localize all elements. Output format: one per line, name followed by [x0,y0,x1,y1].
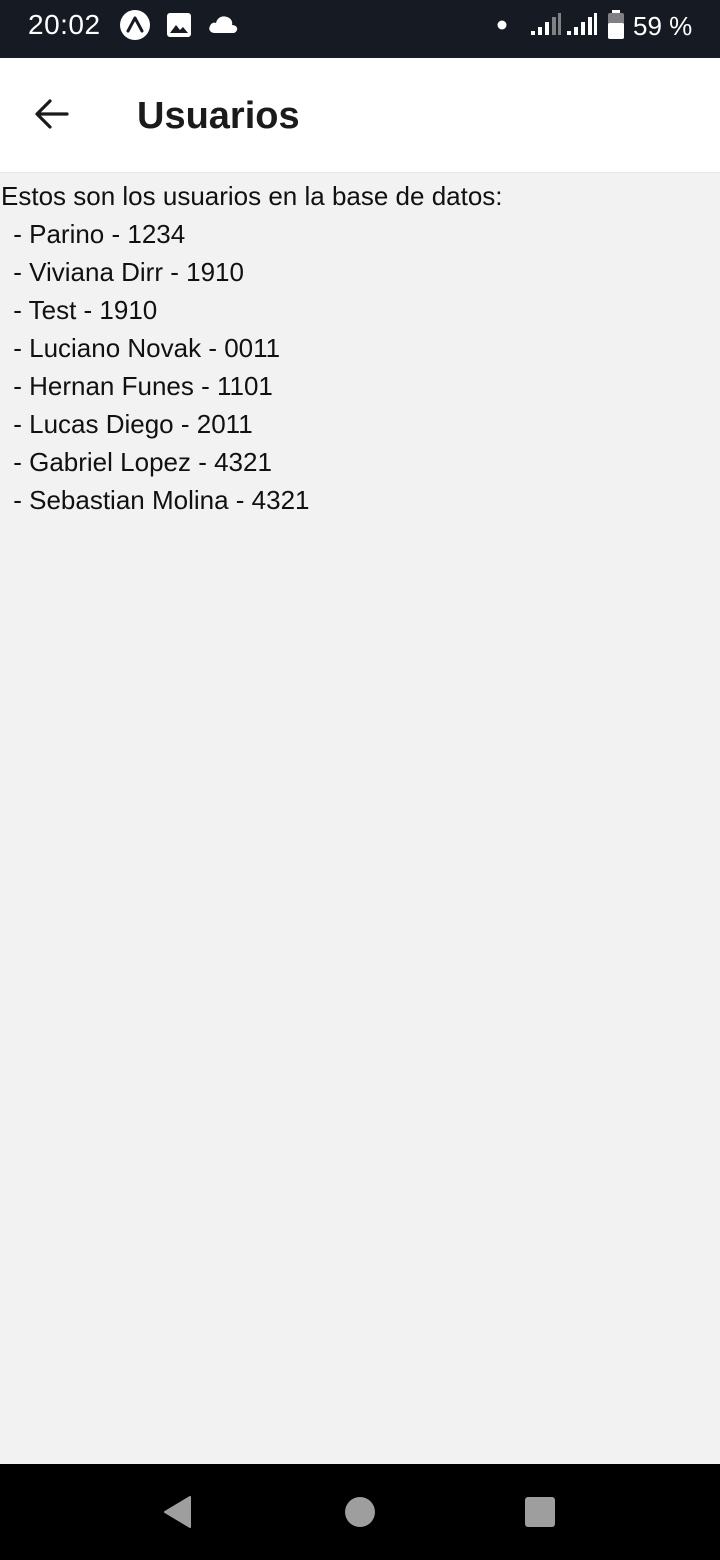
nav-home-icon [345,1497,375,1527]
signal-icon [567,13,597,35]
image-icon [167,13,191,37]
status-time: 20:02 [28,9,101,40]
status-bar: 20:02 59 % [0,0,720,58]
list-item: - Lucas Diego - 2011 [6,409,253,439]
app-header: Usuarios [0,58,720,173]
list-item: - Sebastian Molina - 4321 [6,485,310,515]
back-button[interactable] [22,84,82,144]
nav-recents-icon [525,1497,555,1527]
list-item: - Parino - 1234 [6,219,186,249]
battery-icon [608,10,624,39]
page-title: Usuarios [137,95,300,137]
nav-back-button[interactable] [154,1488,202,1536]
main-content: Estos son los usuarios en la base de dat… [0,172,720,519]
list-item: - Viviana Dirr - 1910 [6,257,244,287]
nav-back-icon [164,1496,191,1528]
notification-dot-icon [497,20,507,30]
user-list: - Parino - 1234 - Viviana Dirr - 1910 - … [0,215,720,519]
expo-icon [120,10,150,40]
list-item: - Gabriel Lopez - 4321 [6,447,272,477]
navigation-bar [0,1464,720,1560]
cloud-icon [209,16,238,33]
list-item: - Luciano Novak - 0011 [6,333,281,363]
battery-percentage: 59 % [633,11,693,41]
nav-home-button[interactable] [336,1488,384,1536]
arrow-left-icon [35,99,69,129]
signal-icon [531,13,561,35]
list-item: - Test - 1910 [6,295,158,325]
list-item: - Hernan Funes - 1101 [6,371,273,401]
intro-text: Estos son los usuarios en la base de dat… [1,181,503,211]
nav-recents-button[interactable] [516,1488,564,1536]
